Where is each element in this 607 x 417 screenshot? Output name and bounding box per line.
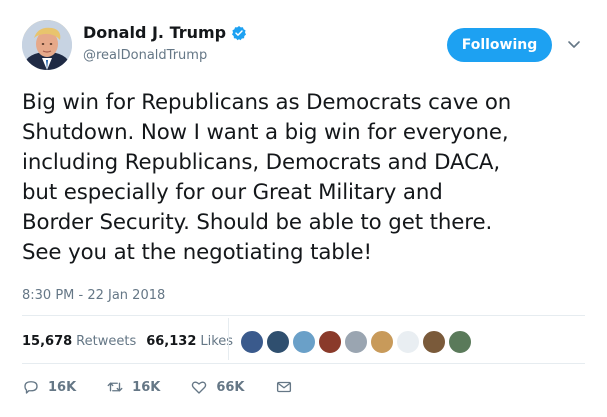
reply-count: 16K [48,379,77,395]
retweet-count: 16K [132,379,161,395]
retweet-button[interactable]: 16K [106,378,160,396]
liker-avatar[interactable] [318,330,342,354]
chevron-down-icon[interactable] [566,36,582,52]
liker-avatar[interactable] [266,330,290,354]
author-handle[interactable]: @realDonaldTrump [83,48,207,63]
retweets-count: 15,678 [22,333,73,349]
direct-message-button[interactable] [275,378,301,396]
tweet-text-line: including Republicans, Democrats and DAC… [22,150,501,175]
tweet-text: Big win for Republicans as Democrats cav… [22,88,597,268]
stats-separator [228,318,229,360]
reply-icon [24,381,38,394]
likes-count: 66,132 [146,333,197,349]
author-display-name[interactable]: Donald J. Trump [83,23,247,42]
tweet-text-line: Border Security. Should be able to get t… [22,210,493,235]
tweet-text-line: Shutdown. Now I want a big win for every… [22,120,509,145]
following-button[interactable]: Following [447,28,552,62]
tweet-card: Donald J. Trump @realDonaldTrump Followi… [0,0,607,417]
like-button[interactable]: 66K [190,378,245,396]
tweet-timestamp[interactable]: 8:30 PM - 22 Jan 2018 [22,288,165,303]
divider [22,363,585,364]
tweet-text-line: See you at the negotiating table! [22,240,372,265]
direct-message-icon [276,381,291,393]
verified-badge-icon [232,25,247,40]
liker-avatar[interactable] [422,330,446,354]
retweets-label: Retweets [76,333,137,349]
author-name-text: Donald J. Trump [83,23,227,42]
reply-button[interactable]: 16K [22,378,76,396]
tweet-text-line: Big win for Republicans as Democrats cav… [22,90,512,115]
engagement-stats: 15,678 Retweets 66,132 Likes [22,330,243,352]
tweet-actions: 16K 16K 66K [22,376,331,398]
divider [22,315,585,316]
liker-avatar[interactable] [292,330,316,354]
retweets-stat[interactable]: 15,678 Retweets [22,334,136,349]
liker-avatar[interactable] [344,330,368,354]
liker-avatar[interactable] [448,330,472,354]
liker-avatar[interactable] [240,330,264,354]
like-count: 66K [216,379,245,395]
like-icon [192,381,207,394]
liker-avatars [240,330,474,354]
author-avatar[interactable] [22,20,72,70]
liker-avatar[interactable] [396,330,420,354]
tweet-text-line: but especially for our Great Military an… [22,180,443,205]
liker-avatar[interactable] [370,330,394,354]
likes-stat[interactable]: 66,132 Likes [146,334,233,349]
retweet-icon [107,382,123,392]
